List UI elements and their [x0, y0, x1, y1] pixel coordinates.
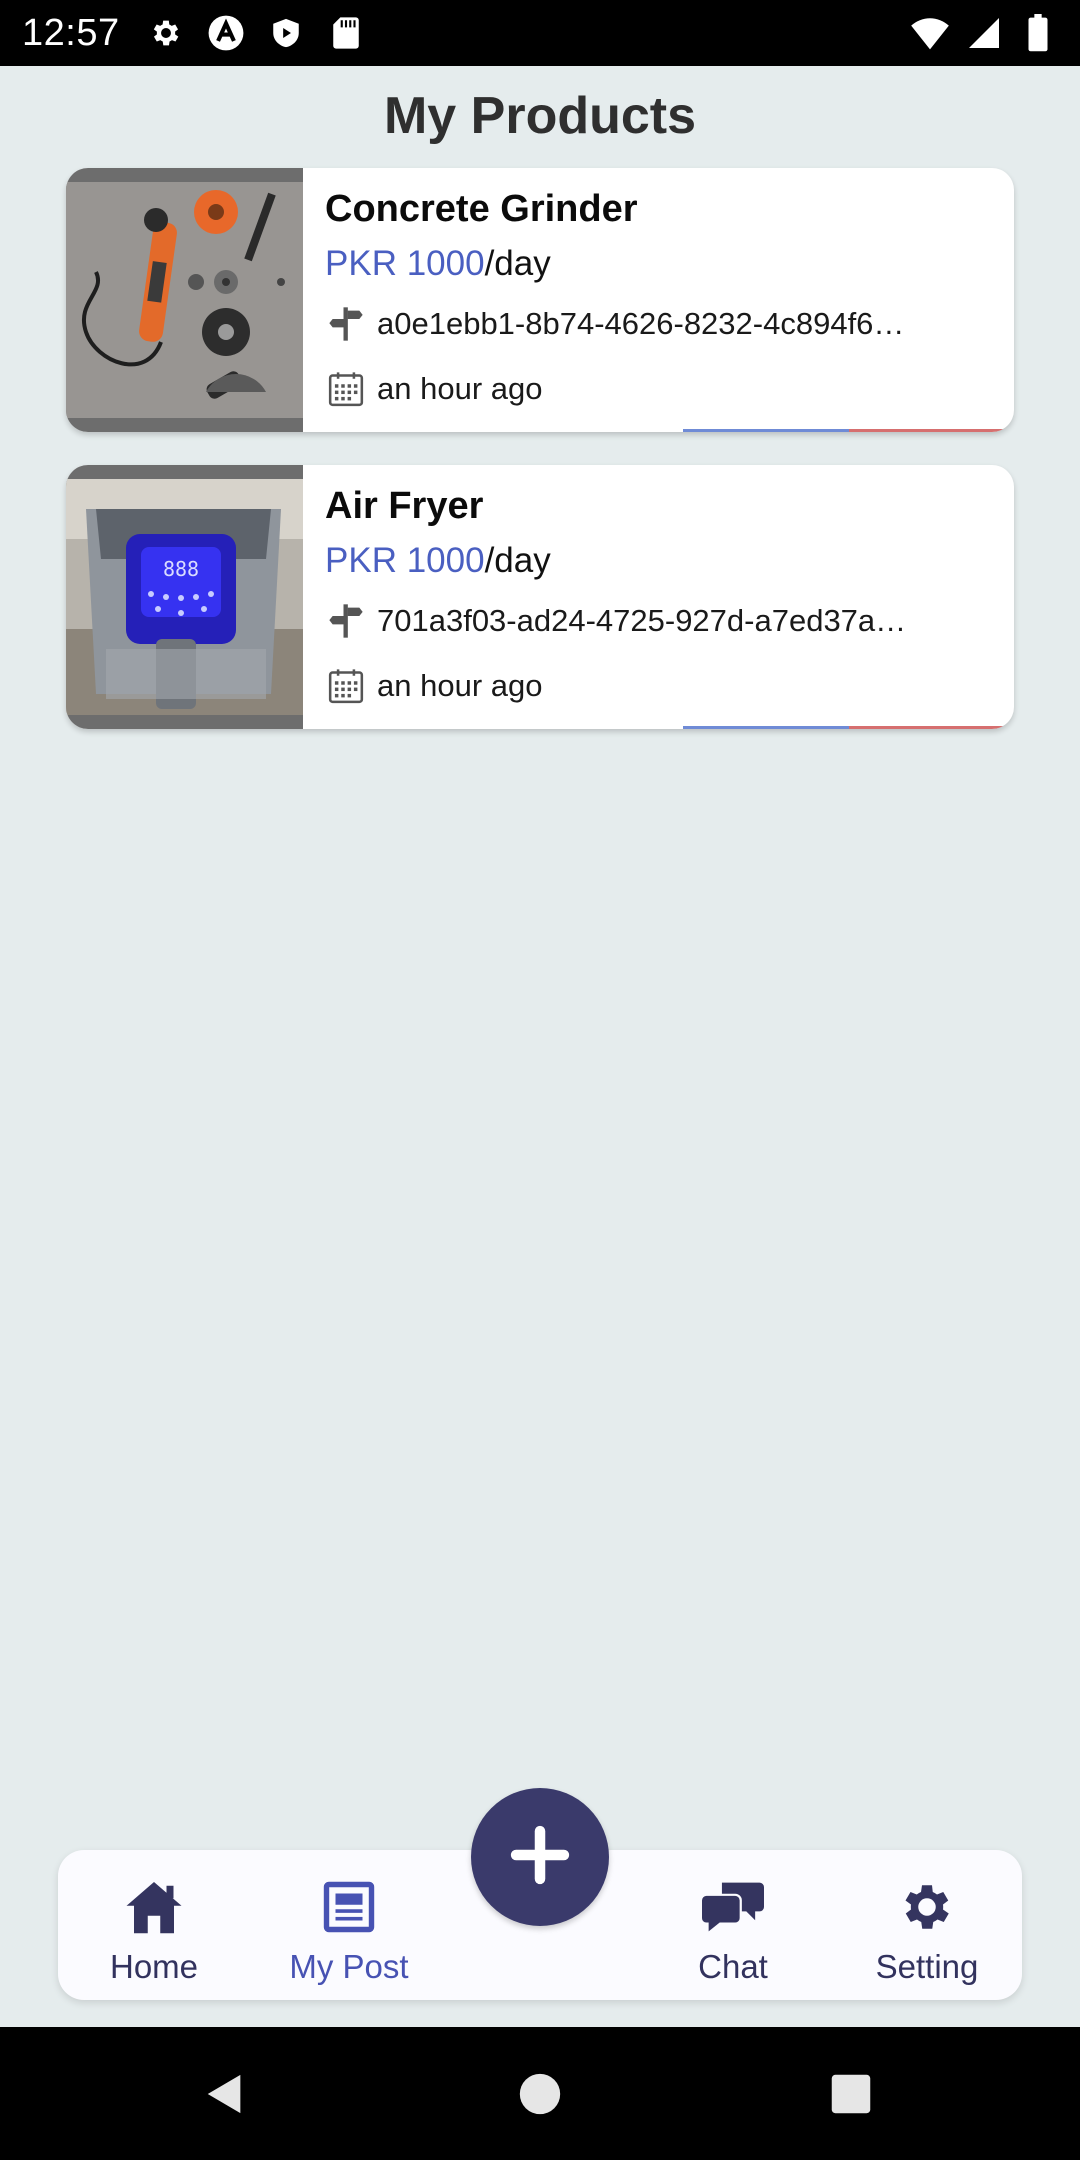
card-accent-red	[849, 726, 1014, 729]
nav-item-my-post[interactable]: My Post	[269, 1850, 429, 2000]
product-date: an hour ago	[325, 368, 542, 410]
product-location: a0e1ebb1-8b74-4626-8232-4c894f6…	[325, 303, 947, 345]
a-badge-icon	[206, 13, 246, 53]
gear-icon	[146, 13, 186, 53]
sd-card-icon	[326, 13, 366, 53]
nav-item-setting[interactable]: Setting	[847, 1850, 1007, 2000]
product-image: 888	[66, 465, 303, 729]
nav-label: Home	[109, 1948, 199, 1985]
system-nav-bar	[0, 2027, 1080, 2160]
back-icon[interactable]	[200, 2069, 250, 2119]
calendar-icon	[325, 368, 367, 410]
post-icon	[318, 1876, 380, 1938]
battery-icon	[1018, 13, 1058, 53]
signpost-icon	[325, 303, 367, 345]
nav-label: Setting	[875, 1948, 979, 1985]
wifi-icon	[910, 13, 950, 53]
signal-icon	[964, 13, 1004, 53]
calendar-icon	[325, 665, 367, 707]
card-accent-blue	[683, 726, 849, 729]
price-unit: /day	[484, 244, 551, 283]
price-amount: PKR 1000	[325, 541, 485, 580]
card-accent-blue	[683, 429, 849, 432]
svg-text:888: 888	[163, 557, 199, 581]
status-time: 12:57	[22, 11, 120, 54]
price-amount: PKR 1000	[325, 244, 485, 283]
home-icon	[123, 1876, 185, 1938]
nav-label: Chat	[698, 1948, 768, 1985]
product-image	[66, 168, 303, 432]
card-accent-red	[849, 429, 1014, 432]
product-title: Concrete Grinder	[325, 188, 638, 230]
status-bar: 12:57	[0, 0, 1080, 66]
status-icons-left	[146, 13, 366, 53]
chat-icon	[702, 1876, 764, 1938]
add-product-button[interactable]	[471, 1788, 609, 1926]
time-text: an hour ago	[377, 668, 543, 703]
location-text: a0e1ebb1-8b74-4626-8232-4c894f6…	[377, 306, 905, 341]
product-card[interactable]: 888 Air Fryer PKR 1000/day 701a3f03-ad24…	[66, 465, 1014, 729]
recents-icon[interactable]	[826, 2069, 876, 2119]
plus-icon	[505, 1820, 575, 1895]
nav-item-chat[interactable]: Chat	[653, 1850, 813, 2000]
status-icons-right	[910, 13, 1058, 53]
signpost-icon	[325, 600, 367, 642]
gear-icon	[896, 1876, 958, 1938]
product-location: 701a3f03-ad24-4725-927d-a7ed37a…	[325, 600, 947, 642]
nav-label: My Post	[289, 1948, 409, 1985]
product-price: PKR 1000/day	[325, 244, 551, 284]
home-circle-icon[interactable]	[515, 2069, 565, 2119]
product-price: PKR 1000/day	[325, 541, 551, 581]
product-title: Air Fryer	[325, 485, 484, 527]
product-card[interactable]: Concrete Grinder PKR 1000/day a0e1ebb1-8…	[66, 168, 1014, 432]
product-date: an hour ago	[325, 665, 542, 707]
price-unit: /day	[484, 541, 551, 580]
shield-play-icon	[266, 13, 306, 53]
nav-item-home[interactable]: Home	[74, 1850, 234, 2000]
page-title: My Products	[383, 87, 697, 145]
location-text: 701a3f03-ad24-4725-927d-a7ed37a…	[377, 603, 907, 638]
time-text: an hour ago	[377, 371, 543, 406]
